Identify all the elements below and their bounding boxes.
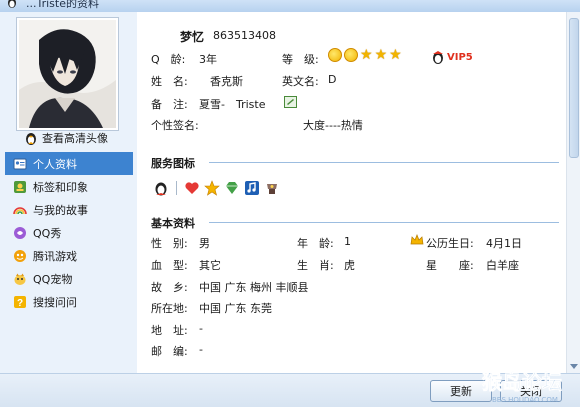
zodiac-label: 生 肖: [297,259,334,272]
sidebar-item-label: QQ秀 [33,226,62,240]
star-icon: ★ [374,47,388,63]
window-title: ...Triste的资料 [26,0,99,10]
tag-icon [14,180,26,193]
age-label: 年 龄: [297,237,334,250]
vertical-scrollbar[interactable] [566,12,580,373]
bottom-button-bar: 更新 关闭 [0,373,580,407]
title-bar: ...Triste的资料 [0,0,580,12]
question-icon: ? [14,295,26,309]
star-badge-icon[interactable] [204,180,220,196]
view-hd-avatar-label: 查看高清头像 [42,132,108,145]
section-divider [209,222,559,223]
crown-icon [410,234,424,245]
gender-label: 性 别: [151,237,188,250]
zip-label: 邮 编: [151,345,188,358]
sidebar-item-qq-pet[interactable]: QQ宠物 [5,267,133,290]
view-hd-avatar-link[interactable]: 查看高清头像 [24,129,108,147]
level-label: 等 级: [282,53,319,66]
close-button-label: 关闭 [520,385,542,398]
qq-age-label: Q 龄: [151,53,186,66]
rainbow-icon [13,206,27,214]
sidebar-item-tags[interactable]: 标签和印象 [5,175,133,198]
remark-label: 备 注: [151,98,188,111]
scroll-thumb[interactable] [569,18,579,158]
address-label: 地 址: [151,324,188,337]
sun-icon [328,48,342,62]
refresh-button[interactable]: 更新 [430,380,492,402]
gender-value: 男 [199,237,210,250]
sidebar-nav: 个人资料 标签和印象 与我的故事 QQ秀 腾讯游戏 QQ宠物 ? 搜搜问问 [5,152,133,313]
english-name-value: D [328,73,337,86]
service-icons [153,180,280,196]
sidebar-item-story[interactable]: 与我的故事 [5,198,133,221]
svg-text:?: ? [17,298,23,309]
sidebar-item-label: 搜搜问问 [33,295,77,309]
sidebar: 查看高清头像 个人资料 标签和印象 与我的故事 QQ秀 腾讯游戏 QQ宠物 ? … [0,12,137,373]
sidebar-item-label: 腾讯游戏 [33,249,77,263]
address-value: - [199,322,203,335]
edit-remark-icon[interactable] [284,96,297,108]
vip-label: VIP5 [447,51,473,63]
hometown-value: 中国 广东 梅州 丰顺县 [199,281,309,294]
sun-icon [344,48,358,62]
name-label: 姓 名: [151,75,188,88]
location-value: 中国 广东 东莞 [199,302,272,315]
blood-type-label: 血 型: [151,259,188,272]
sidebar-item-qq-show[interactable]: QQ秀 [5,221,133,244]
vip-penguin-icon [433,51,443,64]
constellation-label: 星 座: [426,259,474,272]
signature-label: 个性签名: [151,119,199,132]
location-label: 所在地: [151,302,188,315]
remark-value: 夏雪- Triste [199,98,266,111]
heart-icon[interactable] [184,180,200,196]
signature-value: 大度----热情 [303,119,363,132]
nickname: 梦忆 [180,30,205,44]
qq-penguin-icon[interactable] [153,180,169,196]
name-value: 香克斯 [210,75,243,88]
constellation-value: 白羊座 [486,259,519,272]
profile-card-icon [13,158,27,169]
avatar-image [19,20,116,128]
blood-type-value: 其它 [199,259,221,272]
scroll-down-arrow-icon[interactable] [570,364,578,369]
star-icon: ★ [360,47,373,63]
penguin-icon [26,133,36,145]
pet-icon [14,273,26,285]
close-button[interactable]: 关闭 [500,380,562,402]
game-pad-icon[interactable] [264,180,280,196]
qq-show-icon [14,226,26,239]
birthday-value: 4月1日 [486,237,522,250]
profile-content: 梦忆 863513408 Q 龄: 3年 等 级: ★ ★ ★ VIP5 姓 名… [137,12,566,373]
qq-number: 863513408 [213,29,276,42]
level-icons: ★ ★ ★ [328,48,402,62]
sidebar-item-label: QQ宠物 [33,272,73,286]
vip-badge[interactable]: VIP5 [431,50,473,64]
music-icon[interactable] [244,180,260,196]
services-title: 服务图标 [151,157,195,170]
qq-age-value: 3年 [199,53,217,66]
separator [176,181,177,195]
basic-info-title: 基本资料 [151,217,195,230]
qq-penguin-icon [8,0,16,8]
refresh-button-label: 更新 [450,385,472,398]
zip-value: - [199,343,203,356]
hometown-label: 故 乡: [151,281,188,294]
sidebar-item-label: 个人资料 [33,157,77,171]
diamond-icon[interactable] [224,180,240,196]
section-divider [209,162,559,163]
age-value: 1 [344,235,351,248]
sidebar-item-soso-wenwen[interactable]: ? 搜搜问问 [5,290,133,313]
birthday-label: 公历生日: [426,237,474,250]
sidebar-item-label: 与我的故事 [33,203,88,217]
english-name-label: 英文名: [282,75,319,88]
star-icon: ★ [389,47,402,63]
game-icon [14,249,26,262]
sidebar-item-profile[interactable]: 个人资料 [5,152,133,175]
avatar[interactable] [16,17,119,131]
zodiac-value: 虎 [344,259,355,272]
sidebar-item-label: 标签和印象 [33,180,88,194]
sidebar-item-games[interactable]: 腾讯游戏 [5,244,133,267]
